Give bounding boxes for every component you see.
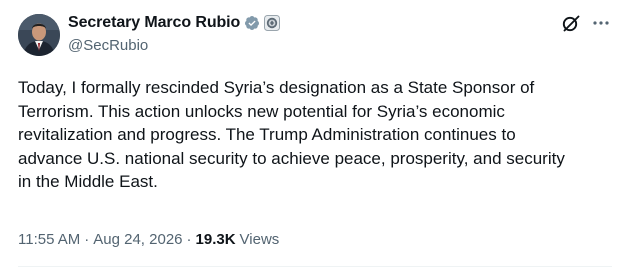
views-count[interactable]: 19.3K (196, 231, 236, 248)
meta-separator: · (186, 231, 192, 248)
meta-separator: · (84, 231, 90, 248)
avatar[interactable] (18, 14, 60, 56)
tweet-date[interactable]: Aug 24, 2026 (93, 231, 182, 248)
name-row: Secretary Marco Rubio (68, 12, 281, 34)
tweet-text: Today, I formally rescinded Syria’s desi… (18, 78, 565, 191)
divider (18, 266, 612, 267)
views-label: Views (239, 231, 280, 248)
tweet-card: Secretary Marco Rubio @SecRubio Today, I… (0, 0, 630, 275)
top-actions (560, 12, 612, 34)
author-block: Secretary Marco Rubio @SecRubio (68, 12, 281, 54)
grok-icon[interactable] (560, 12, 582, 34)
tweet-meta: 11:55 AM · Aug 24, 2026 · 19.3K Views (18, 231, 279, 248)
author-handle[interactable]: @SecRubio (68, 37, 280, 54)
tweet-time[interactable]: 11:55 AM (18, 231, 80, 248)
verified-badge-icon[interactable] (244, 15, 260, 31)
affiliate-seal-icon[interactable] (264, 15, 281, 31)
more-options-icon[interactable] (590, 12, 612, 34)
display-name[interactable]: Secretary Marco Rubio (68, 14, 240, 32)
